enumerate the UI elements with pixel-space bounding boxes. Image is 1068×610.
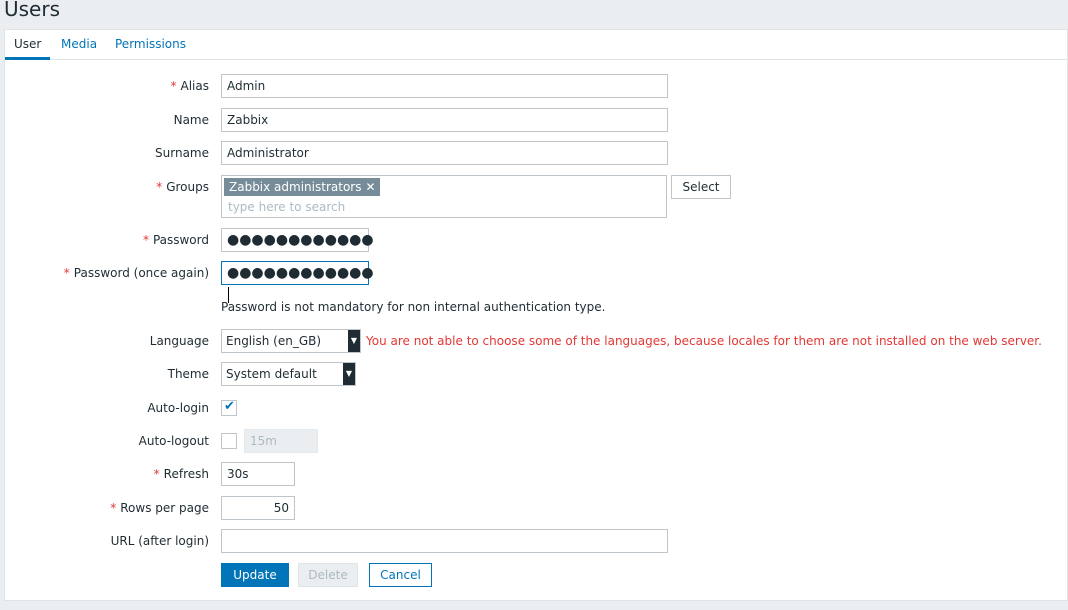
- user-form-panel: User Media Permissions * Alias Admin Name…: [4, 29, 1068, 601]
- tab-permissions[interactable]: Permissions: [106, 30, 195, 60]
- autologin-checkbox[interactable]: ✔: [221, 399, 237, 416]
- rows-per-page-label: * Rows per page: [110, 501, 209, 515]
- language-warning: You are not able to choose some of the l…: [366, 334, 1042, 348]
- password-input[interactable]: ●●●●●●●●●●●●: [221, 228, 374, 252]
- surname-input[interactable]: Administrator: [221, 141, 668, 165]
- autologout-checkbox[interactable]: [221, 433, 237, 449]
- theme-select-value: System default: [226, 367, 317, 381]
- language-label: Language: [149, 334, 209, 348]
- url-label: URL (after login): [110, 534, 209, 548]
- groups-label: * Groups: [156, 180, 209, 194]
- group-chip: Zabbix administrators ✕: [224, 178, 380, 196]
- name-input[interactable]: Zabbix: [221, 108, 668, 132]
- groups-select-button[interactable]: Select: [671, 175, 731, 199]
- groups-multiselect[interactable]: Zabbix administrators ✕ type here to sear…: [221, 175, 667, 218]
- refresh-input[interactable]: 30s: [221, 462, 295, 486]
- alias-label: * Alias: [170, 79, 209, 93]
- autologout-label: Auto-logout: [138, 434, 209, 448]
- page-footer: [0, 601, 1068, 610]
- rows-per-page-input[interactable]: 50: [221, 496, 295, 520]
- caret-down-icon: ▼: [343, 363, 355, 385]
- tab-user[interactable]: User: [5, 30, 51, 60]
- surname-label: Surname: [155, 146, 209, 160]
- refresh-label: * Refresh: [153, 467, 209, 481]
- password-hint: Password is not mandatory for non intern…: [221, 300, 606, 314]
- groups-search-input[interactable]: type here to search: [228, 199, 345, 215]
- language-select-value: English (en_GB): [226, 334, 322, 348]
- caret-down-icon: ▼: [348, 330, 360, 352]
- tab-media[interactable]: Media: [52, 30, 106, 60]
- theme-select[interactable]: System default ▼: [221, 362, 356, 386]
- password-again-label: * Password (once again): [63, 266, 209, 280]
- password-again-input[interactable]: ●●●●●●●●●●●●: [221, 261, 374, 303]
- theme-label: Theme: [167, 367, 209, 381]
- autologin-label: Auto-login: [147, 401, 209, 415]
- page-title: Users: [4, 0, 61, 21]
- cancel-button[interactable]: Cancel: [369, 563, 432, 587]
- url-input[interactable]: [221, 529, 668, 553]
- language-select[interactable]: English (en_GB) ▼: [221, 329, 361, 353]
- delete-button: Delete: [298, 563, 358, 587]
- tab-bar: User Media Permissions: [5, 30, 1067, 60]
- close-icon[interactable]: ✕: [365, 180, 375, 194]
- autologout-input: 15m: [244, 429, 318, 453]
- name-label: Name: [173, 113, 209, 127]
- checkmark-icon: ✔: [224, 399, 235, 414]
- group-chip-label: Zabbix administrators: [229, 180, 362, 194]
- update-button[interactable]: Update: [221, 563, 289, 587]
- alias-input[interactable]: Admin: [221, 74, 668, 98]
- password-label: * Password: [142, 233, 209, 247]
- password-again-value: ●●●●●●●●●●●●: [227, 265, 374, 281]
